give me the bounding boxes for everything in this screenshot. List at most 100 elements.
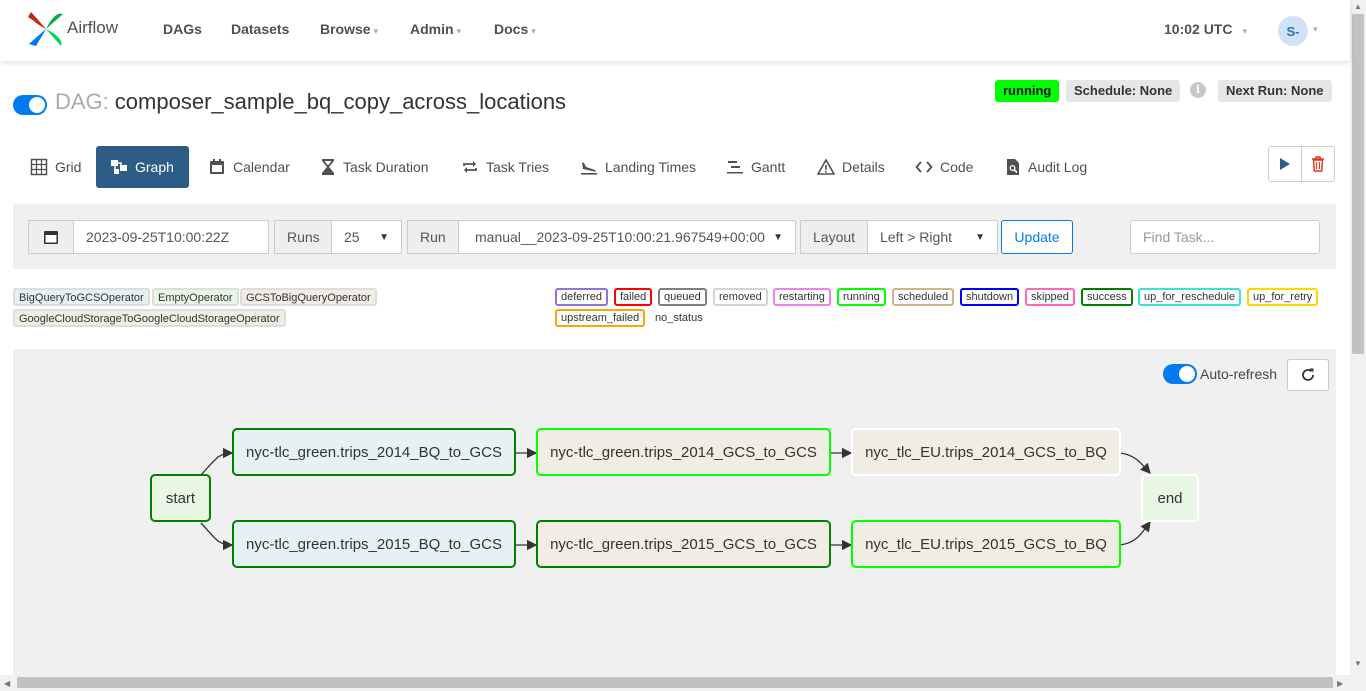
operator-legend-item: BigQueryToGCSOperator [13, 288, 150, 306]
tab-task-tries[interactable]: Task Tries [447, 146, 563, 188]
tab-landing-times[interactable]: Landing Times [566, 146, 710, 188]
tab-details[interactable]: Details [803, 146, 899, 188]
dag-graph-canvas[interactable] [13, 349, 1336, 675]
user-initials: S- [1286, 23, 1300, 39]
horizontal-scrollbar-thumb[interactable] [17, 677, 1333, 688]
base-date-input[interactable]: 2023-09-25T10:00:22Z [73, 220, 269, 254]
task-node-gcs2014[interactable]: nyc-tlc_green.trips_2014_GCS_to_GCS [536, 428, 831, 476]
tab-graph[interactable]: Graph [96, 146, 189, 188]
scroll-left-icon[interactable]: ◀ [4, 679, 10, 688]
nav-dags[interactable]: DAGs [163, 21, 202, 37]
nav-datasets-label: Datasets [231, 21, 290, 37]
runs-value: 25 [344, 229, 360, 245]
state-legend-queued[interactable]: queued [658, 288, 707, 306]
scroll-right-icon[interactable]: ▶ [1337, 679, 1343, 688]
nav-docs[interactable]: Docs ▾ [494, 21, 536, 37]
state-legend-running[interactable]: running [837, 288, 886, 306]
state-legend-success[interactable]: success [1081, 288, 1133, 306]
state-legend-restarting[interactable]: restarting [773, 288, 831, 306]
task-node-bq2014[interactable]: nyc-tlc_green.trips_2014_BQ_to_GCS [232, 428, 516, 476]
delete-dag-button[interactable] [1302, 147, 1334, 181]
tab-code-label: Code [940, 159, 974, 175]
trash-icon [1312, 156, 1324, 172]
grid-icon [30, 158, 48, 176]
dag-prefix: DAG: [55, 89, 109, 114]
nav-admin[interactable]: Admin ▾ [410, 21, 461, 37]
graph-icon [111, 160, 127, 174]
dag-id[interactable]: composer_sample_bq_copy_across_locations [115, 89, 566, 114]
refresh-button[interactable] [1287, 359, 1329, 391]
info-icon[interactable]: i [1190, 82, 1206, 98]
plane-landing-icon [581, 162, 597, 175]
state-legend-deferred[interactable]: deferred [555, 288, 608, 306]
code-icon [915, 161, 933, 173]
tab-details-label: Details [842, 159, 885, 175]
chevron-down-icon: ▾ [373, 26, 379, 36]
chevron-down-icon: ▾ [456, 26, 462, 36]
update-button[interactable]: Update [1001, 220, 1073, 254]
tab-graph-label: Graph [135, 159, 174, 175]
task-node-start[interactable]: start [150, 474, 211, 522]
run-select[interactable]: manual__2023-09-25T10:00:21.967549+00:00… [458, 220, 796, 254]
top-navbar: Airflow DAGs Datasets Browse ▾ Admin ▾ Doc… [0, 0, 1350, 61]
state-legend-removed[interactable]: removed [713, 288, 768, 306]
state-legend-up-for-retry[interactable]: up_for_retry [1247, 288, 1319, 306]
calendar-icon [210, 159, 224, 174]
task-node-bq2015[interactable]: nyc-tlc_green.trips_2015_BQ_to_GCS [232, 520, 516, 568]
auto-refresh-toggle[interactable] [1163, 364, 1197, 384]
nav-browse[interactable]: Browse ▾ [320, 21, 378, 37]
tab-task-tries-label: Task Tries [486, 159, 550, 175]
run-label: Run [407, 220, 459, 254]
scroll-down-icon[interactable]: ▼ [1354, 659, 1362, 668]
layout-label: Layout [800, 220, 868, 254]
task-node-eu2015[interactable]: nyc_tlc_EU.trips_2015_GCS_to_BQ [851, 520, 1121, 568]
operator-legend-item: GoogleCloudStorageToGoogleCloudStorageOp… [13, 309, 286, 327]
brand-name: Airflow [67, 18, 119, 37]
hourglass-icon [322, 159, 334, 175]
state-legend-scheduled[interactable]: scheduled [892, 288, 955, 306]
utc-clock[interactable]: 10:02 UTC ▾ [1164, 21, 1247, 37]
tab-task-duration[interactable]: Task Duration [306, 146, 443, 188]
dag-pause-toggle[interactable] [13, 95, 47, 115]
state-legend-failed[interactable]: failed [614, 288, 653, 306]
tab-code[interactable]: Code [901, 146, 987, 188]
chevron-down-icon[interactable]: ▾ [1313, 24, 1318, 35]
scroll-up-icon[interactable]: ▲ [1354, 2, 1362, 11]
chevron-down-icon: ▼ [773, 231, 783, 243]
calendar-icon [44, 231, 58, 244]
tab-calendar-label: Calendar [233, 159, 290, 175]
nav-dags-label: DAGs [163, 21, 202, 37]
tab-calendar[interactable]: Calendar [194, 146, 304, 188]
layout-value: Left > Right [880, 229, 952, 245]
state-legend-up-for-reschedule[interactable]: up_for_reschedule [1138, 288, 1242, 306]
page-title: DAG: composer_sample_bq_copy_across_locat… [55, 89, 566, 115]
schedule-badge: Schedule: None [1066, 80, 1181, 102]
dag-actions [1268, 146, 1335, 182]
tab-task-duration-label: Task Duration [343, 159, 429, 175]
tab-grid[interactable]: Grid [16, 146, 95, 188]
vertical-scrollbar-thumb[interactable] [1352, 14, 1364, 354]
airflow-brand[interactable]: Airflow [27, 10, 118, 48]
trigger-dag-button[interactable] [1269, 147, 1302, 181]
find-task-input[interactable]: Find Task... [1130, 220, 1320, 254]
runs-select[interactable]: 25 ▼ [331, 220, 402, 254]
date-picker-button[interactable] [28, 220, 74, 254]
tab-gantt[interactable]: Gantt [712, 146, 799, 188]
task-node-eu2014[interactable]: nyc_tlc_EU.trips_2014_GCS_to_BQ [851, 428, 1121, 476]
nav-datasets[interactable]: Datasets [231, 21, 289, 37]
clock-label: 10:02 UTC [1164, 21, 1233, 37]
search-file-icon [1007, 159, 1019, 175]
state-legend-skipped[interactable]: skipped [1025, 288, 1075, 306]
chevron-down-icon: ▼ [975, 231, 985, 243]
layout-select[interactable]: Left > Right ▼ [867, 220, 998, 254]
state-legend-shutdown[interactable]: shutdown [960, 288, 1020, 306]
nav-admin-label: Admin [410, 21, 454, 37]
task-node-end[interactable]: end [1141, 474, 1199, 522]
task-node-gcs2015[interactable]: nyc-tlc_green.trips_2015_GCS_to_GCS [536, 520, 831, 568]
play-icon [1280, 158, 1290, 170]
refresh-icon [1302, 368, 1314, 381]
state-legend-upstream-failed[interactable]: upstream_failed [555, 309, 646, 327]
user-avatar[interactable]: S- [1278, 16, 1308, 46]
tab-audit-log[interactable]: Audit Log [991, 146, 1101, 188]
state-legend-no-status[interactable]: no_status [649, 309, 709, 327]
